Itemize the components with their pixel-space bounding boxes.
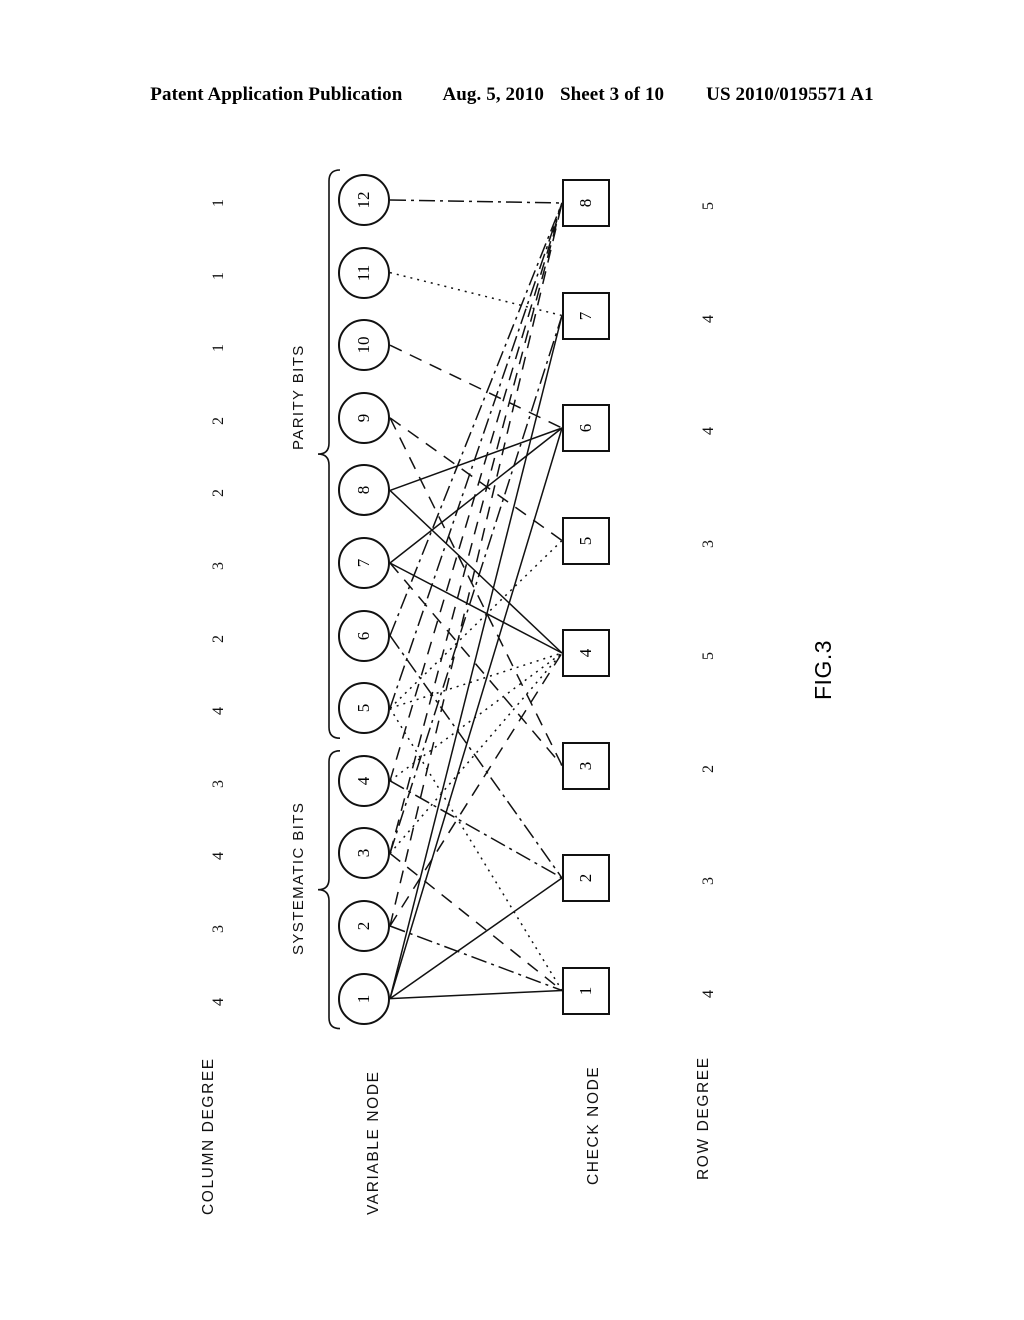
variable-node: 8 (338, 464, 390, 517)
row-degree-value: 4 (700, 427, 717, 435)
variable-node: 2 (338, 900, 390, 952)
check-node: 8 (562, 179, 610, 227)
check-node: 6 (562, 404, 610, 452)
axis-label-column-degree: COLUMN DEGREE (200, 1057, 217, 1215)
variable-node: 3 (338, 827, 390, 880)
row-degree-value: 3 (700, 539, 717, 548)
variable-node: 7 (338, 537, 390, 589)
row-degree-value: 5 (700, 202, 717, 210)
graph-edge (389, 427, 563, 564)
graph-edge (389, 707, 563, 991)
check-node-label: 8 (576, 198, 595, 208)
variable-node: 4 (338, 754, 390, 807)
figure-3-tanner-graph: 1 4 2 3 3 4 4 3 5 4 6 2 7 3 8 2 9 2 10 1 11 1 12 1 1 4 2 3 3 2 4 5 5 3 6 4 7… (0, 0, 1024, 1320)
column-degree-value: 3 (210, 925, 227, 933)
variable-node: 12 (338, 174, 390, 226)
variable-node-label: 4 (354, 776, 373, 786)
row-degree-value: 4 (700, 989, 717, 998)
graph-edge (389, 417, 563, 542)
column-degree-value: 2 (210, 634, 227, 643)
column-degree-value: 1 (210, 344, 227, 353)
variable-node: 11 (338, 246, 390, 299)
check-node: 3 (562, 741, 610, 790)
row-degree-value: 5 (700, 652, 717, 660)
variable-node: 10 (338, 319, 390, 372)
graph-edge (389, 344, 563, 429)
graph-edge (389, 989, 563, 1000)
graph-edge (389, 562, 563, 766)
graph-edge (389, 652, 563, 709)
axis-label-row-degree: ROW DEGREE (695, 1056, 712, 1180)
column-degree-value: 4 (210, 707, 227, 716)
check-node: 4 (562, 629, 610, 677)
variable-node-label: 2 (354, 921, 373, 931)
group-label-systematic-bits: SYSTEMATIC BITS (290, 801, 307, 955)
variable-node-label: 9 (354, 413, 373, 423)
check-node: 2 (562, 854, 610, 902)
column-degree-value: 1 (210, 199, 227, 207)
column-degree-value: 4 (210, 852, 227, 861)
column-degree-value: 2 (210, 416, 227, 425)
check-node-label: 7 (576, 311, 595, 320)
bracket-systematic-bits (317, 750, 341, 1030)
graph-edge (389, 202, 563, 927)
axis-label-variable-node: VARIABLE NODE (365, 1070, 382, 1215)
variable-node-label: 12 (354, 191, 373, 209)
column-degree-value: 3 (210, 562, 227, 570)
row-degree-value: 4 (700, 314, 717, 323)
column-degree-value: 4 (210, 997, 227, 1006)
bracket-parity-bits (317, 169, 341, 739)
check-node-label: 5 (576, 536, 595, 545)
variable-node-label: 3 (354, 849, 373, 858)
graph-edge (389, 202, 563, 709)
check-node-label: 1 (576, 986, 595, 995)
variable-node-label: 1 (354, 994, 373, 1003)
graph-edge (389, 427, 563, 999)
group-label-parity-bits: PARITY BITS (290, 344, 307, 450)
check-node-label: 4 (576, 648, 595, 658)
edge-layer (317, 169, 563, 1030)
variable-node-label: 6 (354, 631, 373, 640)
graph-edge (389, 199, 563, 204)
variable-node-label: 5 (354, 703, 373, 713)
check-node-label: 3 (576, 761, 595, 770)
variable-node-label: 11 (354, 264, 373, 281)
variable-node: 6 (338, 609, 390, 662)
variable-node-label: 7 (354, 558, 373, 568)
check-node-label: 2 (576, 873, 595, 883)
graph-edge (389, 427, 563, 492)
graph-edge (389, 315, 563, 854)
variable-node: 9 (338, 391, 390, 444)
graph-edge (389, 271, 563, 317)
column-degree-value: 2 (210, 489, 227, 498)
row-degree-value: 3 (700, 877, 717, 885)
axis-label-check-node: CHECK NODE (585, 1065, 602, 1185)
variable-node-label: 10 (354, 336, 373, 354)
graph-edge (389, 852, 563, 992)
variable-node-label: 8 (354, 486, 373, 495)
variable-node: 1 (338, 972, 390, 1025)
column-degree-value: 3 (210, 779, 227, 788)
check-node-label: 6 (576, 423, 595, 433)
row-degree-value: 2 (700, 764, 717, 773)
check-node: 7 (562, 291, 610, 340)
column-degree-value: 1 (210, 271, 227, 280)
check-node: 5 (562, 516, 610, 565)
figure-label: FIG.3 (810, 639, 836, 700)
variable-node: 5 (338, 682, 390, 735)
check-node: 1 (562, 966, 610, 1015)
graph-edge (389, 562, 563, 654)
graph-edge (389, 780, 563, 879)
